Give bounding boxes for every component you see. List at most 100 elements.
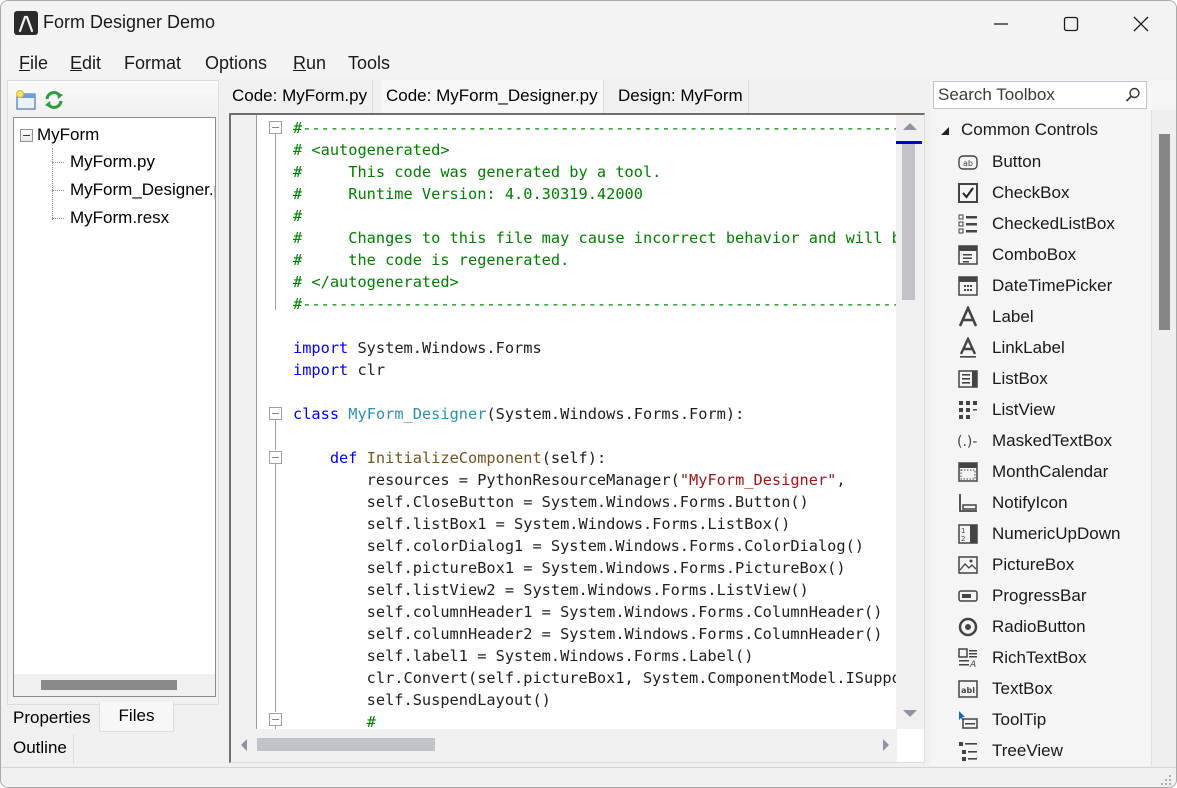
menu-file[interactable]: File xyxy=(19,53,48,74)
code-line[interactable]: # </autogenerated> xyxy=(293,271,897,293)
tree-horizontal-scrollbar[interactable] xyxy=(14,674,215,696)
toolbox-item-picturebox[interactable]: PictureBox xyxy=(957,549,1147,580)
code-line[interactable]: # the code is regenerated. xyxy=(293,249,897,271)
code-line[interactable]: self.columnHeader2 = System.Windows.Form… xyxy=(293,623,897,645)
toolbox-item-radiobutton[interactable]: RadioButton xyxy=(957,611,1147,642)
resize-grip-icon[interactable] xyxy=(1160,774,1172,786)
toolbox-item-notifyicon[interactable]: NotifyIcon xyxy=(957,487,1147,518)
toolbox-item-button[interactable]: ab Button xyxy=(957,146,1147,177)
toolbox-group-common-controls[interactable]: Common Controls xyxy=(941,119,1098,141)
toolbox-item-numericupdown[interactable]: 1 2 NumericUpDown xyxy=(957,518,1147,549)
tab-code-myform-designer[interactable]: Code: MyForm_Designer.py xyxy=(381,80,604,113)
toolbox-item-progressbar[interactable]: ProgressBar xyxy=(957,580,1147,611)
code-line[interactable]: # This code was generated by a tool. xyxy=(293,161,897,183)
toolbox-item-tooltip[interactable]: ToolTip xyxy=(957,704,1147,735)
code-line[interactable]: self.label1 = System.Windows.Forms.Label… xyxy=(293,645,897,667)
menu-format[interactable]: Format xyxy=(124,53,181,74)
menu-edit[interactable]: Edit xyxy=(70,53,101,74)
code-line[interactable]: #---------------------------------------… xyxy=(293,117,897,139)
search-toolbox-input[interactable] xyxy=(938,85,1118,105)
code-line[interactable]: self.listBox1 = System.Windows.Forms.Lis… xyxy=(293,513,897,535)
code-line[interactable]: #---------------------------------------… xyxy=(293,293,897,315)
menu-options[interactable]: Options xyxy=(205,53,267,74)
toolbox-item-combobox[interactable]: ComboBox xyxy=(957,239,1147,270)
menu-tools[interactable]: Tools xyxy=(348,53,390,74)
toolbox-item-monthcalendar[interactable]: MonthCalendar xyxy=(957,456,1147,487)
tree-node-label: MyForm_Designer.py xyxy=(70,180,216,199)
code-line[interactable] xyxy=(293,425,897,447)
tree-node-file[interactable]: MyForm.resx xyxy=(52,207,169,229)
toolbox-item-linklabel[interactable]: LinkLabel xyxy=(957,332,1147,363)
fold-toggle-icon[interactable] xyxy=(269,451,282,464)
code-token: System.Windows.Forms xyxy=(348,339,542,357)
code-line[interactable]: # Changes to this file may cause incorre… xyxy=(293,227,897,249)
code-text[interactable]: #---------------------------------------… xyxy=(293,117,897,729)
code-line[interactable]: import System.Windows.Forms xyxy=(293,337,897,359)
code-line[interactable]: # Runtime Version: 4.0.30319.42000 xyxy=(293,183,897,205)
panel-tabs: Properties Files Outline xyxy=(7,702,219,764)
toolbox-vertical-scrollbar[interactable] xyxy=(1151,110,1176,766)
scrollbar-thumb[interactable] xyxy=(902,144,915,300)
code-editor[interactable]: #---------------------------------------… xyxy=(229,113,925,763)
tree-node-root[interactable]: MyForm xyxy=(20,124,99,146)
toolbox-item-treeview[interactable]: TreeView xyxy=(957,735,1147,766)
toolbox-item-textbox[interactable]: abl TextBox xyxy=(957,673,1147,704)
scroll-right-icon[interactable] xyxy=(883,739,889,751)
toolbox-item-checkbox[interactable]: CheckBox xyxy=(957,177,1147,208)
tree-node-label: MyForm.py xyxy=(70,152,155,171)
fold-toggle-icon[interactable] xyxy=(269,407,282,420)
code-viewport[interactable]: #---------------------------------------… xyxy=(231,115,897,729)
menu-run[interactable]: Run xyxy=(293,53,326,74)
code-line[interactable] xyxy=(293,315,897,337)
code-line[interactable]: # <autogenerated> xyxy=(293,139,897,161)
refresh-button[interactable] xyxy=(43,89,65,111)
code-line[interactable]: clr.Convert(self.pictureBox1, System.Com… xyxy=(293,667,897,689)
toolbox-item-listview[interactable]: ListView xyxy=(957,394,1147,425)
tab-code-myform[interactable]: Code: MyForm.py xyxy=(227,80,374,113)
code-line[interactable]: class MyForm_Designer(System.Windows.For… xyxy=(293,403,897,425)
tree-node-file[interactable]: MyForm.py xyxy=(52,151,155,173)
toolbox-item-listbox[interactable]: ListBox xyxy=(957,363,1147,394)
toolbox-item-label[interactable]: Label xyxy=(957,301,1147,332)
scroll-up-icon[interactable] xyxy=(903,123,917,130)
code-line[interactable]: self.columnHeader1 = System.Windows.Form… xyxy=(293,601,897,623)
scroll-down-icon[interactable] xyxy=(903,710,917,717)
tab-outline[interactable]: Outline xyxy=(7,734,74,764)
code-line[interactable]: # xyxy=(293,205,897,227)
code-line[interactable]: # xyxy=(293,711,897,729)
toolbox-item-datetimepicker[interactable]: DateTimePicker xyxy=(957,270,1147,301)
toolbox-item-maskedtextbox[interactable]: (.)- MaskedTextBox xyxy=(957,425,1147,456)
fold-toggle-icon[interactable] xyxy=(269,713,282,726)
files-toolbar xyxy=(8,81,218,117)
scrollbar-thumb[interactable] xyxy=(1159,134,1170,330)
toolbox-item-richtextbox[interactable]: A RichTextBox xyxy=(957,642,1147,673)
tab-properties[interactable]: Properties xyxy=(7,704,96,734)
code-line[interactable]: self.pictureBox1 = System.Windows.Forms.… xyxy=(293,557,897,579)
code-line[interactable]: import clr xyxy=(293,359,897,381)
new-form-button[interactable] xyxy=(15,89,37,111)
tab-files[interactable]: Files xyxy=(99,702,174,732)
minimize-button[interactable] xyxy=(966,1,1036,46)
numericupdown-icon: 12 xyxy=(957,523,979,545)
code-line[interactable]: self.listView2 = System.Windows.Forms.Li… xyxy=(293,579,897,601)
code-line[interactable]: resources = PythonResourceManager("MyFor… xyxy=(293,469,897,491)
code-line[interactable]: self.CloseButton = System.Windows.Forms.… xyxy=(293,491,897,513)
tree-node-file[interactable]: MyForm_Designer.py xyxy=(52,179,216,201)
file-tree[interactable]: MyForm MyForm.py MyForm_Designer.py MyFo… xyxy=(13,117,216,697)
scrollbar-thumb[interactable] xyxy=(41,680,177,690)
toolbox-item-checkedlistbox[interactable]: CheckedListBox xyxy=(957,208,1147,239)
fold-toggle-icon[interactable] xyxy=(269,121,282,134)
collapse-toggle-icon[interactable] xyxy=(20,128,33,142)
code-line[interactable]: self.colorDialog1 = System.Windows.Forms… xyxy=(293,535,897,557)
search-icon[interactable] xyxy=(1124,86,1142,104)
maximize-button[interactable] xyxy=(1036,1,1106,46)
scrollbar-thumb[interactable] xyxy=(257,738,435,751)
code-line[interactable]: self.SuspendLayout() xyxy=(293,689,897,711)
tab-design-myform[interactable]: Design: MyForm xyxy=(613,80,749,113)
code-line[interactable]: def InitializeComponent(self): xyxy=(293,447,897,469)
editor-horizontal-scrollbar[interactable] xyxy=(231,729,897,762)
scroll-left-icon[interactable] xyxy=(241,739,247,751)
editor-vertical-scrollbar[interactable] xyxy=(896,115,924,729)
code-line[interactable] xyxy=(293,381,897,403)
close-button[interactable] xyxy=(1106,1,1176,46)
